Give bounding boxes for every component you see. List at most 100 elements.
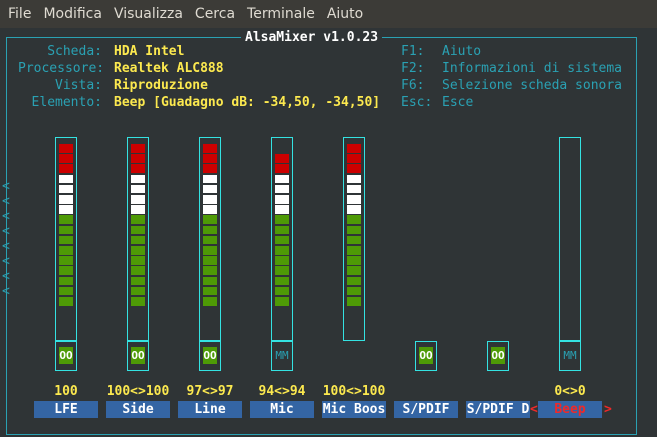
meter-segment [275,154,289,163]
meter-segment [203,184,217,194]
meter-segment [203,144,217,153]
volume-meter[interactable] [559,137,581,341]
chevron-left-icon: < [2,194,10,209]
meter-segment [347,164,361,173]
volume-value: 94<>94 [258,384,306,399]
channel-name-mic[interactable]: Mic [250,401,314,418]
meter-segment [347,266,361,275]
scrollbar[interactable] [643,28,657,437]
volume-meter[interactable] [343,137,365,341]
meter-segment [203,266,217,275]
chevron-left-icon: < [2,239,10,254]
volume-value: 100 [54,384,78,399]
meter-segment [131,205,145,214]
menu-item-cerca[interactable]: Cerca [189,0,241,28]
key-description: Esce [442,95,474,110]
mute-toggle[interactable]: OO [487,341,509,371]
meter-segment [275,246,289,255]
meter-segment [275,164,289,173]
menu-item-terminale[interactable]: Terminale [241,0,321,28]
meter-segment [59,154,73,163]
mute-toggle[interactable]: OO [199,341,221,371]
meter-segment [203,154,217,163]
meter-segment [275,276,289,286]
info-value: HDA Intel [114,44,185,59]
meter-segment [59,266,73,275]
meter-segment [203,174,217,184]
key-description: Informazioni di sistema [442,61,623,76]
mute-toggle[interactable]: OO [127,341,149,371]
key-description: Aiuto [442,44,482,59]
meter-segment [347,205,361,214]
menu-item-file[interactable]: File [2,0,37,28]
channel-name-s-pdif-d[interactable]: S/PDIF D [466,401,530,418]
menu-item-modifica[interactable]: Modifica [37,0,108,28]
mute-toggle[interactable]: OO [55,341,77,371]
meter-segment [203,205,217,214]
volume-value: 100<>100 [106,384,170,399]
chevron-left-icon: < [2,224,10,239]
mute-toggle[interactable]: MM [559,341,581,371]
meter-segment [131,266,145,275]
mute-state: OO [419,347,433,364]
meter-segment [131,184,145,194]
mute-toggle[interactable]: OO [415,341,437,371]
key-description: Selezione scheda sonora [442,78,623,93]
meter-segment [203,195,217,204]
mute-state: OO [59,347,73,364]
mute-state: OO [131,347,145,364]
volume-meter[interactable] [199,137,221,341]
key-label: F2: [401,61,425,76]
meter-segment [131,297,145,306]
volume-meter[interactable] [271,137,293,341]
meter-segment [59,276,73,286]
meter-segment [131,235,145,245]
meter-segment [347,174,361,184]
app-title: AlsaMixer v1.0.23 [241,29,383,46]
mute-state: OO [491,347,505,364]
meter-segment [59,235,73,245]
meter-segment [131,195,145,204]
meter-segment [203,276,217,286]
channel-name-side[interactable]: Side [106,401,170,418]
volume-meter[interactable] [55,137,77,341]
info-label: Elemento: [31,95,102,110]
meter-segment [347,246,361,255]
meter-segment [347,144,361,153]
menu-item-aiuto[interactable]: Aiuto [321,0,369,28]
meter-segment [275,195,289,204]
meter-segment [347,256,361,265]
chevron-left-icon: < [2,269,10,284]
meter-segment [275,225,289,235]
meter-segment [131,246,145,255]
chevron-left-icon: < [2,179,10,194]
meter-segment [347,297,361,306]
meter-segment [275,184,289,194]
meter-segment [275,266,289,275]
meter-segment [275,297,289,306]
meter-segment [131,174,145,184]
mute-state: MM [275,349,289,362]
meter-segment [275,205,289,214]
meter-segment [203,235,217,245]
channel-name-beep[interactable]: Beep [538,401,602,418]
channel-name-s-pdif[interactable]: S/PDIF [394,401,458,418]
volume-meter[interactable] [127,137,149,341]
meter-segment [59,297,73,306]
meter-segment [347,195,361,204]
channel-name-mic-boos[interactable]: Mic Boos [322,401,386,418]
channel-name-lfe[interactable]: LFE [34,401,98,418]
meter-segment [131,164,145,173]
meter-segment [59,256,73,265]
selection-right-arrow-icon: > [604,402,612,417]
channel-name-line[interactable]: Line [178,401,242,418]
terminal-area[interactable]: AlsaMixer v1.0.23 Scheda: HDA Intel Proces… [0,28,657,437]
meter-segment [59,184,73,194]
chevron-left-icon: < [2,209,10,224]
info-value: Beep [Guadagno dB: -34,50, -34,50] [114,95,381,110]
meter-segment [347,235,361,245]
menu-item-visualizza[interactable]: Visualizza [108,0,189,28]
meter-segment [59,144,73,153]
chevron-left-icon: < [2,284,10,299]
mute-toggle[interactable]: MM [271,341,293,371]
